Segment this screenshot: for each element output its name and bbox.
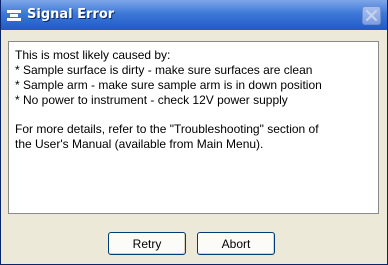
message-line: For more details, refer to the "Troubles… (15, 122, 319, 136)
message-box: This is most likely caused by: * Sample … (8, 41, 379, 214)
app-window-icon (7, 9, 21, 21)
dialog-title: Signal Error (27, 7, 115, 22)
message-line: * No power to instrument - check 12V pow… (15, 93, 288, 107)
message-line: This is most likely caused by: (15, 48, 171, 62)
message-line: * Sample arm - make sure sample arm is i… (15, 78, 322, 92)
close-button[interactable] (362, 6, 381, 25)
message-line: * Sample surface is dirty - make sure su… (15, 63, 313, 77)
title-bar[interactable]: Signal Error (1, 0, 387, 30)
retry-button[interactable]: Retry (108, 232, 186, 255)
message-line: the User's Manual (available from Main M… (15, 137, 264, 151)
signal-error-dialog: Signal Error This is most likely caused … (0, 0, 388, 265)
abort-button[interactable]: Abort (197, 232, 275, 255)
close-icon (366, 10, 377, 21)
